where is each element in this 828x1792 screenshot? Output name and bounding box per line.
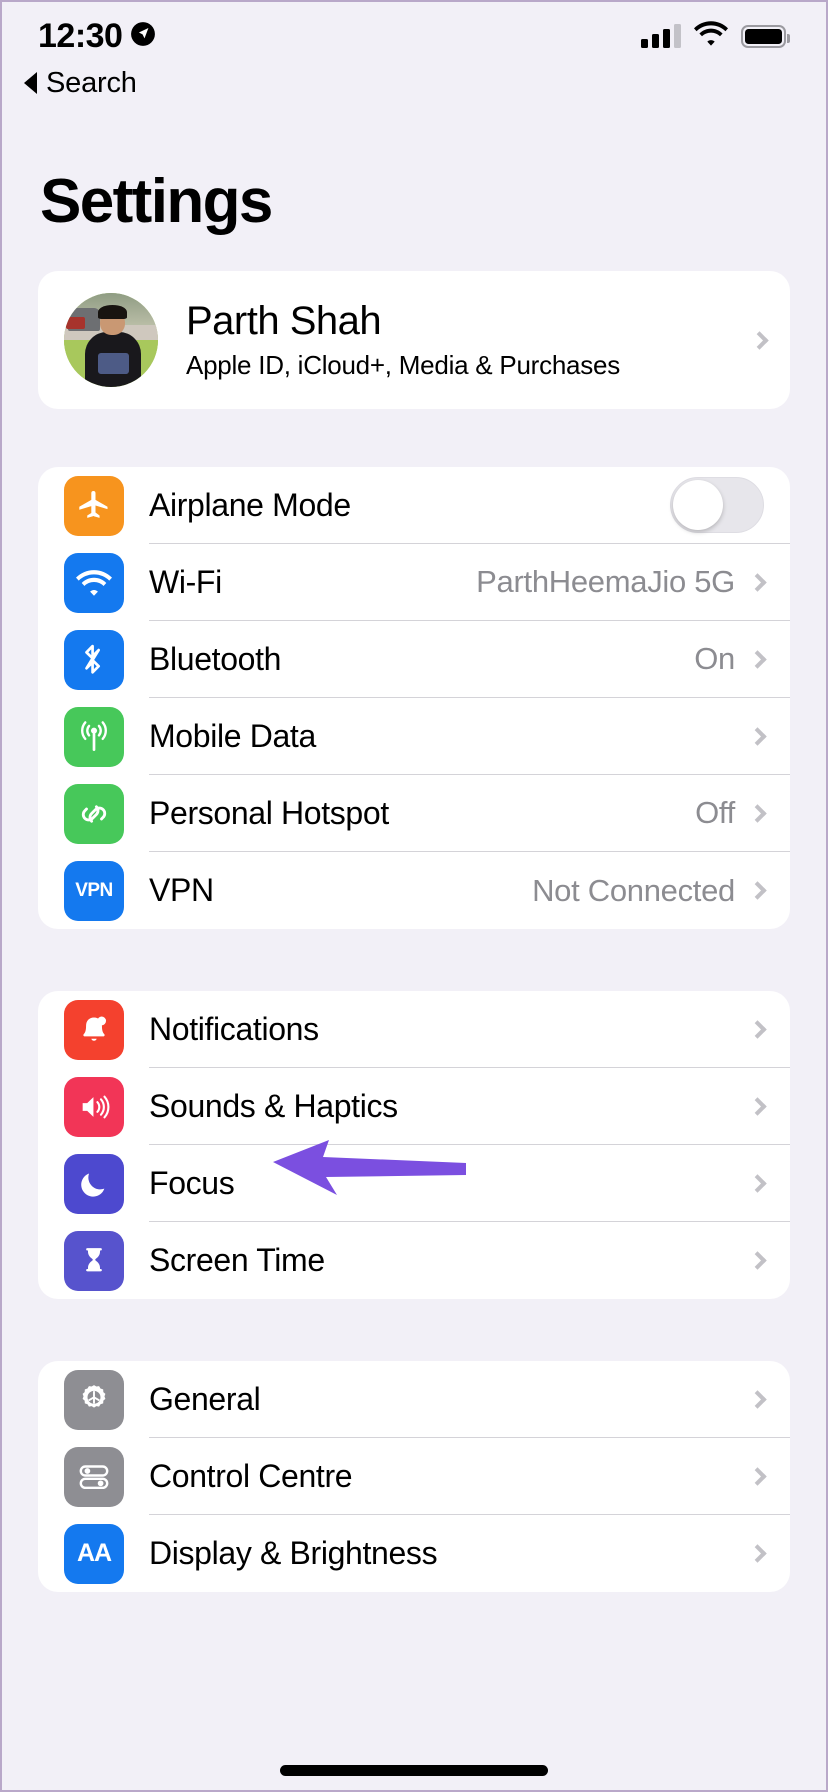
chevron-right-icon [748,572,767,592]
account-name: Parth Shah [186,299,382,344]
user-avatar-photo [64,293,158,387]
bell-icon [64,999,124,1060]
back-triangle-icon [24,72,37,94]
hotspot-link-icon [64,783,124,844]
home-indicator [280,1765,548,1776]
hourglass-icon [64,1230,124,1291]
settings-row-label: General [149,1380,261,1417]
location-services-icon [130,21,156,52]
chevron-right-icon [748,1389,767,1409]
settings-row-notifications[interactable]: Notifications [38,991,790,1068]
chevron-right-icon [748,1096,767,1116]
chevron-right-icon [748,1466,767,1486]
speaker-waves-icon [64,1076,124,1137]
apple-id-card: Parth Shah Apple ID, iCloud+, Media & Pu… [38,271,790,409]
account-subtitle: Apple ID, iCloud+, Media & Purchases [186,349,620,380]
settings-row-label: Bluetooth [149,640,282,677]
settings-row-general[interactable]: General [38,1361,790,1438]
chevron-right-icon [748,1544,767,1563]
settings-row-label: Notifications [149,1010,319,1047]
display-aa-icon: AA [64,1523,124,1584]
airplane-mode-toggle[interactable] [670,477,764,533]
settings-row-wifi[interactable]: Wi-Fi ParthHeemaJio 5G [38,544,790,621]
settings-row-label: Display & Brightness [149,1535,438,1571]
status-bar-right [641,21,790,51]
settings-row-label: Airplane Mode [149,486,351,523]
settings-row-bluetooth[interactable]: Bluetooth On [38,621,790,698]
chevron-right-icon [748,803,767,823]
settings-row-sounds-haptics[interactable]: Sounds & Haptics [38,1068,790,1145]
settings-row-display-brightness[interactable]: AA Display & Brightness [38,1515,790,1592]
settings-row-mobile-data[interactable]: Mobile Data [38,698,790,775]
cellular-antenna-icon [64,706,124,767]
status-bar-clock: 12:30 [38,16,123,55]
apple-id-text: Parth Shah Apple ID, iCloud+, Media & Pu… [186,299,751,381]
status-bar-left: 12:30 [38,17,156,56]
back-label: Search [46,66,137,99]
settings-row-label: Focus [149,1164,235,1201]
chevron-right-icon [748,1019,767,1039]
settings-row-label: VPN [149,872,214,908]
settings-group-system: General Control Centre AA Display & Brig… [38,1361,790,1592]
sliders-icon [64,1446,124,1507]
settings-row-label: Wi-Fi [149,563,222,600]
back-to-search-button[interactable]: Search [2,60,826,104]
cellular-signal-icon [641,24,681,48]
wifi-icon [64,552,124,613]
chevron-right-icon [748,1251,767,1270]
status-bar: 12:30 [2,2,826,60]
vpn-icon: VPN [64,860,124,921]
settings-group-connectivity: Airplane Mode Wi-Fi ParthHeemaJio 5G Blu… [38,467,790,929]
settings-row-vpn[interactable]: VPN VPN Not Connected [38,852,790,929]
settings-row-focus[interactable]: Focus [38,1145,790,1222]
chevron-right-icon [750,330,769,350]
settings-row-label: Control Centre [149,1457,353,1494]
vpn-icon-label: VPN [75,879,113,901]
settings-group-notifications: Notifications Sounds & Haptics Focus Scr… [38,991,790,1299]
settings-row-value: On [694,641,735,676]
settings-row-personal-hotspot[interactable]: Personal Hotspot Off [38,775,790,852]
apple-id-row[interactable]: Parth Shah Apple ID, iCloud+, Media & Pu… [38,271,790,409]
gear-icon [64,1369,124,1430]
settings-row-value: Off [695,795,735,830]
moon-icon [64,1153,124,1214]
battery-full-icon [741,24,790,48]
chevron-right-icon [748,726,767,746]
settings-row-label: Sounds & Haptics [149,1087,398,1124]
chevron-right-icon [748,649,767,669]
settings-row-label: Screen Time [149,1242,325,1278]
chevron-right-icon [748,881,767,900]
settings-row-screen-time[interactable]: Screen Time [38,1222,790,1299]
settings-row-airplane-mode[interactable]: Airplane Mode [38,467,790,544]
settings-row-label: Personal Hotspot [149,794,389,831]
bluetooth-icon [64,629,124,690]
settings-row-label: Mobile Data [149,717,316,754]
settings-row-control-centre[interactable]: Control Centre [38,1438,790,1515]
chevron-right-icon [748,1173,767,1193]
wifi-icon [694,21,728,51]
display-aa-icon-label: AA [76,1539,112,1567]
settings-row-value: Not Connected [532,872,735,908]
page-title: Settings [40,167,273,236]
airplane-icon [64,475,124,536]
settings-row-value: ParthHeemaJio 5G [476,564,735,599]
